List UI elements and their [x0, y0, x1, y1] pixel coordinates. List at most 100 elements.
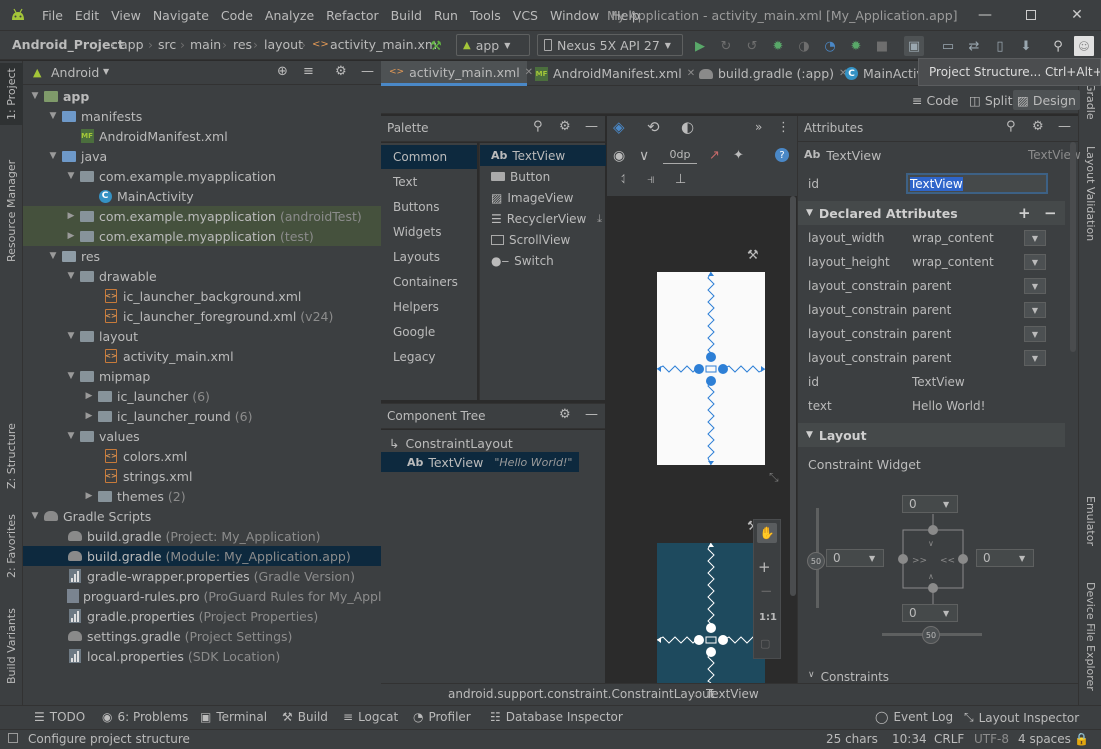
- profiler-tool-button[interactable]: ◔ Profiler: [413, 710, 471, 724]
- palette-item-scrollview[interactable]: ScrollView: [480, 229, 606, 250]
- horizontal-bias-knob[interactable]: 50: [922, 626, 940, 644]
- tree-item-ic-launcher[interactable]: ▶ ic_launcher (6): [23, 386, 381, 406]
- tab-android-manifest[interactable]: MF AndroidManifest.xml ✕: [527, 61, 703, 86]
- tab-activity-main[interactable]: <> activity_main.xml ✕: [381, 61, 533, 86]
- database-inspector-tool-button[interactable]: ☷ Database Inspector: [490, 710, 623, 724]
- palette-category[interactable]: Legacy: [381, 345, 477, 369]
- right-margin-select[interactable]: 0 ▼: [976, 549, 1034, 567]
- download-icon[interactable]: ⤓: [597, 212, 602, 226]
- problems-tool-button[interactable]: ◉ 6: Problems: [102, 710, 188, 724]
- gear-icon[interactable]: ⚙: [559, 119, 571, 134]
- tree-item-ic-launcher-round[interactable]: ▶ ic_launcher_round (6): [23, 406, 381, 426]
- menu-analyze[interactable]: Analyze: [259, 0, 320, 30]
- tree-item-local-properties[interactable]: local.properties (SDK Location): [23, 646, 381, 666]
- status-line-separator[interactable]: CRLF: [934, 732, 964, 746]
- tree-item-colors[interactable]: <> colors.xml: [23, 446, 381, 466]
- attribute-value[interactable]: parent: [912, 327, 951, 341]
- tree-item-gradle-wrapper[interactable]: gradle-wrapper.properties (Gradle Versio…: [23, 566, 381, 586]
- tree-item-gradle-scripts[interactable]: ▼ Gradle Scripts: [23, 506, 381, 526]
- menu-run[interactable]: Run: [428, 0, 464, 30]
- apply-code-changes-icon[interactable]: ↺: [742, 36, 762, 56]
- menu-build[interactable]: Build: [385, 0, 428, 30]
- split-mode-button[interactable]: ◫ Split: [965, 90, 1017, 110]
- profiler-gauge-icon[interactable]: ◔: [820, 36, 840, 56]
- breadcrumb-app[interactable]: app: [120, 37, 144, 52]
- chevron-down-icon[interactable]: ▼: [29, 511, 41, 521]
- zoom-in-icon[interactable]: +: [758, 558, 771, 576]
- palette-item-textview[interactable]: Ab TextView: [480, 145, 606, 166]
- account-avatar-icon[interactable]: ☺: [1074, 36, 1094, 56]
- chevron-right-icon[interactable]: ▶: [65, 211, 77, 221]
- structure-tab[interactable]: Z: Structure: [0, 411, 23, 501]
- apply-changes-icon[interactable]: ↻: [716, 36, 736, 56]
- attribute-value[interactable]: parent: [912, 303, 951, 317]
- palette-item-switch[interactable]: ●‒ Switch: [480, 250, 606, 271]
- remove-attribute-icon[interactable]: −: [1044, 204, 1057, 222]
- breadcrumb-main[interactable]: main: [190, 37, 221, 52]
- help-icon[interactable]: ?: [775, 148, 789, 162]
- tree-item-proguard[interactable]: proguard-rules.pro (ProGuard Rules for M…: [23, 586, 423, 606]
- chevron-down-icon[interactable]: ▼: [65, 431, 77, 441]
- search-icon[interactable]: ⚲: [533, 119, 543, 134]
- layout-inspector-tool-button[interactable]: ⤡ Layout Inspector: [964, 710, 1079, 725]
- todo-tool-button[interactable]: ☰ TODO: [34, 710, 85, 724]
- hide-panel-icon[interactable]: —: [361, 64, 374, 79]
- breadcrumb-constraintlayout[interactable]: android.support.constraint.ConstraintLay…: [448, 687, 715, 701]
- menu-navigate[interactable]: Navigate: [147, 0, 215, 30]
- chevron-right-icon[interactable]: ▶: [83, 411, 95, 421]
- chevron-right-icon[interactable]: ▶: [83, 391, 95, 401]
- profile-icon[interactable]: ◑: [794, 36, 814, 56]
- blueprint-preview[interactable]: [657, 543, 765, 683]
- tree-item-gradle-properties[interactable]: gradle.properties (Project Properties): [23, 606, 381, 626]
- breadcrumb-layout[interactable]: layout: [264, 37, 303, 52]
- palette-category[interactable]: Text: [381, 170, 477, 194]
- chevron-down-icon[interactable]: ▼: [103, 67, 109, 76]
- palette-item-button[interactable]: Button: [480, 166, 606, 187]
- menu-file[interactable]: File: [36, 0, 69, 30]
- night-mode-icon[interactable]: ◐: [681, 118, 694, 136]
- menu-code[interactable]: Code: [215, 0, 259, 30]
- view-options-eye-icon[interactable]: ◉: [613, 148, 625, 164]
- tree-item-app[interactable]: ▼ app: [23, 86, 381, 106]
- add-attribute-icon[interactable]: +: [1018, 204, 1031, 222]
- zoom-to-actual-button[interactable]: 1:1: [759, 612, 777, 623]
- tree-item-androidmanifest[interactable]: MF AndroidManifest.xml: [23, 126, 381, 146]
- menu-window[interactable]: Window: [544, 0, 605, 30]
- default-margin-select[interactable]: 0dp: [663, 148, 697, 164]
- resource-manager-tab[interactable]: Resource Manager: [0, 151, 23, 271]
- chevron-down-icon[interactable]: ▼: [1024, 350, 1046, 366]
- palette-item-recyclerview[interactable]: ☰ RecyclerView ⤓: [480, 208, 606, 229]
- project-view-select[interactable]: Android: [51, 65, 99, 80]
- guidelines-icon[interactable]: ⊥: [675, 172, 686, 187]
- gear-icon[interactable]: ⚙: [559, 407, 571, 422]
- layout-editor-icon[interactable]: ▭: [938, 36, 958, 56]
- chevron-down-icon[interactable]: ▼: [1024, 230, 1046, 246]
- chevron-down-icon[interactable]: ▼: [47, 251, 59, 261]
- left-margin-select[interactable]: 0 ▼: [826, 549, 884, 567]
- event-log-tool-button[interactable]: ◯ Event Log: [875, 710, 953, 724]
- hide-panel-icon[interactable]: —: [585, 119, 598, 134]
- palette-category[interactable]: Google: [381, 320, 477, 344]
- locate-target-icon[interactable]: ⊕: [277, 64, 288, 79]
- hammer-build-icon[interactable]: ⚒: [426, 36, 446, 56]
- favorites-tab[interactable]: 2: Favorites: [0, 506, 23, 586]
- gear-icon[interactable]: ⚙: [1032, 119, 1044, 134]
- minimize-button[interactable]: —: [962, 0, 1008, 30]
- autoconnect-magnet-icon[interactable]: ∨: [639, 148, 649, 164]
- attach-debugger-icon[interactable]: ✹: [846, 36, 866, 56]
- tree-item-mainactivity[interactable]: C MainActivity: [23, 186, 381, 206]
- tree-item-java[interactable]: ▼ java: [23, 146, 381, 166]
- attribute-value[interactable]: parent: [912, 351, 951, 365]
- canvas-scrollbar[interactable]: [790, 196, 796, 596]
- menu-refactor[interactable]: Refactor: [320, 0, 384, 30]
- attribute-value[interactable]: Hello World!: [912, 399, 985, 413]
- palette-category[interactable]: Layouts: [381, 245, 477, 269]
- resize-handle-icon[interactable]: ⤡: [769, 470, 779, 485]
- breadcrumb-res[interactable]: res: [233, 37, 252, 52]
- tree-item-res[interactable]: ▼ res: [23, 246, 381, 266]
- infer-constraints-wand-icon[interactable]: ✦: [733, 148, 744, 163]
- menu-vcs[interactable]: VCS: [507, 0, 544, 30]
- tree-item-mipmap[interactable]: ▼ mipmap: [23, 366, 381, 386]
- device-select[interactable]: Nexus 5X API 27 ▼: [537, 34, 683, 56]
- chevron-right-icon[interactable]: ▶: [65, 231, 77, 241]
